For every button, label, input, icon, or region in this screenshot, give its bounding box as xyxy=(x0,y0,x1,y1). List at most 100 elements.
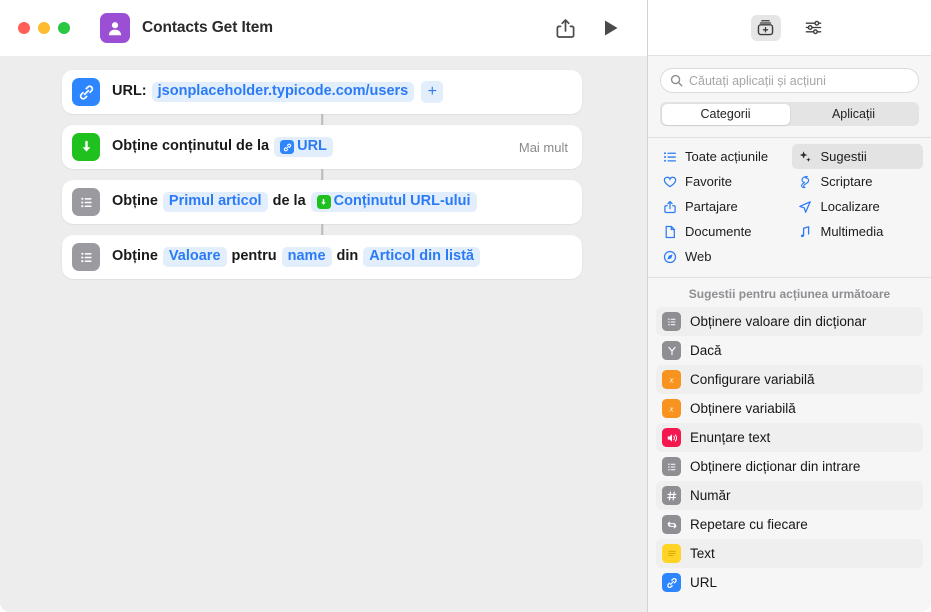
music-note-icon xyxy=(798,224,813,239)
connector-line xyxy=(321,224,323,235)
action-card-get-value[interactable]: Obține Valoare pentru name din Articol d… xyxy=(62,235,582,279)
sidebar-item-scriptare[interactable]: Scriptare xyxy=(792,169,924,194)
page-title: Contacts Get Item xyxy=(142,19,273,36)
library-segmented-control[interactable]: Categorii Aplicații xyxy=(660,102,919,126)
sidebar-item-favorite[interactable]: Favorite xyxy=(656,169,788,194)
actions-list: URL: jsonplaceholder.typicode.com/users … xyxy=(62,70,582,279)
contacts-icon xyxy=(100,13,130,43)
action-body: Obține Valoare pentru name din Articol d… xyxy=(112,247,481,267)
action-label-middle: de la xyxy=(272,193,306,210)
sidebar-toolbar xyxy=(648,0,931,56)
sparkles-icon xyxy=(798,149,813,164)
token-label: Conținutul URL-ului xyxy=(333,193,471,210)
sidebar-item-label: Sugestii xyxy=(820,149,867,164)
more-options-button[interactable]: Mai mult xyxy=(519,140,568,155)
sidebar-item-label: Toate acțiunile xyxy=(685,149,769,164)
sidebar-item-web[interactable]: Web xyxy=(656,244,788,269)
repeat-icon xyxy=(662,515,681,534)
hash-icon xyxy=(662,486,681,505)
action-body: URL: jsonplaceholder.typicode.com/users … xyxy=(112,81,444,103)
document-icon xyxy=(662,224,677,239)
url-value-token[interactable]: jsonplaceholder.typicode.com/users xyxy=(151,82,415,102)
key-name-token[interactable]: name xyxy=(281,247,332,267)
list-icon xyxy=(72,243,100,271)
action-card-get-item[interactable]: Obține Primul articol de la Conținutul U… xyxy=(62,180,582,224)
item-selector-token[interactable]: Primul articol xyxy=(162,192,268,212)
list-item[interactable]: Text xyxy=(656,539,923,568)
list-item-token[interactable]: Articol din listă xyxy=(363,247,481,267)
list-item-label: Configurare variabilă xyxy=(690,372,815,387)
list-item[interactable]: URL xyxy=(656,568,923,597)
heart-icon xyxy=(662,174,677,189)
action-body: Obține Primul articol de la Conținutul U… xyxy=(112,192,477,212)
list-item[interactable]: Repetare cu fiecare xyxy=(656,510,923,539)
connector-line xyxy=(321,114,323,125)
action-label-middle-1: pentru xyxy=(231,248,277,265)
svg-text:x: x xyxy=(669,375,674,385)
list-item[interactable]: Număr xyxy=(656,481,923,510)
sliders-settings-icon[interactable] xyxy=(799,15,829,41)
action-label-prefix: Obține xyxy=(112,193,158,210)
url-link-icon xyxy=(280,140,295,154)
sidebar-item-documente[interactable]: Documente xyxy=(656,219,788,244)
list-item[interactable]: x Obținere variabilă xyxy=(656,394,923,423)
list-item-label: Text xyxy=(690,546,715,561)
branch-icon xyxy=(662,341,681,360)
share-icon[interactable] xyxy=(556,18,575,39)
search-input[interactable] xyxy=(689,73,909,88)
add-url-button[interactable]: + xyxy=(421,81,444,103)
action-label-prefix: URL: xyxy=(112,83,147,100)
list-item-label: Număr xyxy=(690,488,731,503)
sidebar-item-label: Partajare xyxy=(685,199,738,214)
sidebar-item-localizare[interactable]: Localizare xyxy=(792,194,924,219)
list-item[interactable]: Enunțare text xyxy=(656,423,923,452)
list-bullet-icon xyxy=(662,149,677,164)
close-button[interactable] xyxy=(18,22,30,34)
sidebar-item-multimedia[interactable]: Multimedia xyxy=(792,219,924,244)
list-item[interactable]: Dacă xyxy=(656,336,923,365)
url-contents-token[interactable]: Conținutul URL-ului xyxy=(310,192,477,212)
category-grid: Toate acțiunile Sugestii Favorite Script… xyxy=(648,138,931,277)
action-card-get-contents[interactable]: Obține conținutul de la URL Mai mult xyxy=(62,125,582,169)
action-library-icon[interactable] xyxy=(750,14,781,41)
run-icon[interactable] xyxy=(603,19,619,37)
list-item[interactable]: Obținere dicționar din intrare xyxy=(656,452,923,481)
editor-pane: Contacts Get Item URL: jsonplaceholder.t… xyxy=(0,0,648,612)
search-container xyxy=(648,56,931,93)
minimize-button[interactable] xyxy=(38,22,50,34)
sidebar-item-toate-actiunile[interactable]: Toate acțiunile xyxy=(656,144,788,169)
variable-icon: x xyxy=(662,370,681,389)
list-icon xyxy=(72,188,100,216)
titlebar-actions xyxy=(556,18,631,39)
location-arrow-icon xyxy=(798,199,813,214)
tab-aplicatii[interactable]: Aplicații xyxy=(790,104,918,125)
url-variable-token[interactable]: URL xyxy=(274,137,333,157)
list-item[interactable]: x Configurare variabilă xyxy=(656,365,923,394)
action-card-url[interactable]: URL: jsonplaceholder.typicode.com/users … xyxy=(62,70,582,114)
sidebar-item-label: Multimedia xyxy=(820,224,884,239)
shortcuts-window: Contacts Get Item URL: jsonplaceholder.t… xyxy=(0,0,931,612)
value-type-token[interactable]: Valoare xyxy=(162,247,227,267)
variable-icon: x xyxy=(662,399,681,418)
share-icon xyxy=(662,199,677,214)
list-icon xyxy=(662,457,681,476)
sidebar-item-partajare[interactable]: Partajare xyxy=(656,194,788,219)
tab-categorii[interactable]: Categorii xyxy=(661,103,790,125)
search-box[interactable] xyxy=(660,68,919,93)
sidebar-item-sugestii[interactable]: Sugestii xyxy=(791,144,923,169)
zoom-button[interactable] xyxy=(58,22,70,34)
url-link-icon xyxy=(72,78,100,106)
list-item[interactable]: Obținere valoare din dicționar xyxy=(656,307,923,336)
sidebar-item-label: Web xyxy=(685,249,712,264)
list-item-label: Dacă xyxy=(690,343,722,358)
sidebar-item-label: Localizare xyxy=(820,199,880,214)
url-link-icon xyxy=(662,573,681,592)
action-label-prefix: Obține conținutul de la xyxy=(112,138,270,155)
workflow-canvas: URL: jsonplaceholder.typicode.com/users … xyxy=(0,56,647,612)
text-icon xyxy=(662,544,681,563)
search-icon xyxy=(670,74,683,87)
action-label-prefix: Obține xyxy=(112,248,158,265)
download-arrow-icon xyxy=(316,195,331,209)
token-label: URL xyxy=(297,138,327,155)
download-arrow-icon xyxy=(72,133,100,161)
